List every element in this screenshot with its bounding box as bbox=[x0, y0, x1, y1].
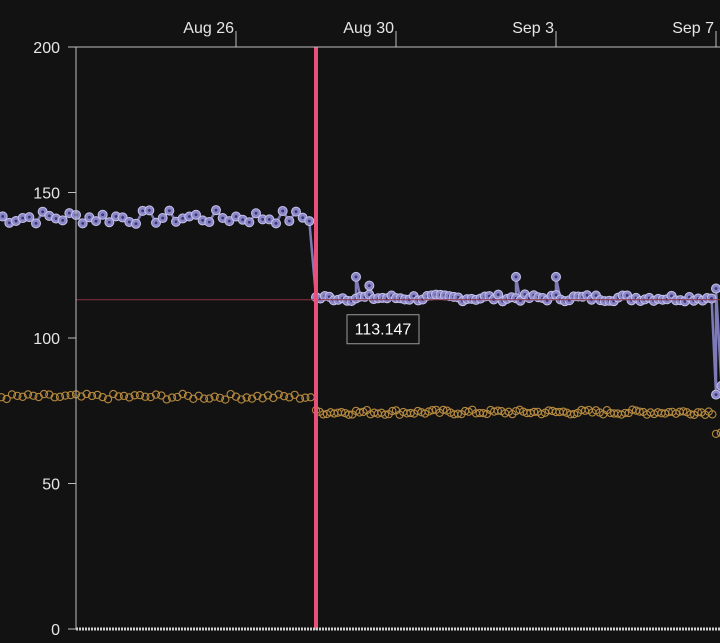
x-tick-label: Sep 7 bbox=[672, 20, 714, 37]
y-tick-label: 200 bbox=[33, 40, 60, 57]
data-point-center bbox=[121, 216, 125, 219]
data-point-center bbox=[261, 217, 265, 221]
data-point-center bbox=[81, 221, 85, 225]
data-point-center bbox=[107, 220, 111, 224]
data-point-center bbox=[187, 215, 191, 218]
data-point-center bbox=[554, 275, 558, 279]
data-point-center bbox=[94, 219, 98, 223]
data-point-center bbox=[625, 294, 629, 297]
data-point-center bbox=[281, 209, 285, 213]
y-tick-label: 100 bbox=[33, 331, 60, 348]
data-point-center bbox=[141, 209, 145, 213]
chart: 0 50 100 150 200 Aug 26 Aug 30 Sep 3 Sep 7 113.1… bbox=[0, 0, 720, 643]
data-point-center bbox=[496, 293, 500, 297]
data-point-center bbox=[27, 215, 31, 219]
data-point-center bbox=[1, 214, 5, 218]
data-point-center bbox=[147, 208, 151, 212]
data-point-center bbox=[34, 221, 38, 225]
data-point-center bbox=[61, 218, 65, 222]
y-tick-label: 150 bbox=[33, 186, 60, 203]
data-point-center bbox=[287, 219, 291, 223]
data-point-center bbox=[181, 217, 185, 220]
y-tick-label: 0 bbox=[51, 622, 60, 639]
data-point-center bbox=[161, 216, 165, 220]
data-point-center bbox=[207, 220, 211, 224]
data-point-center bbox=[514, 275, 518, 279]
data-point-center bbox=[194, 213, 198, 217]
data-point-center bbox=[301, 216, 305, 220]
data-point-center bbox=[167, 209, 171, 213]
data-point-center bbox=[7, 221, 11, 225]
data-point-center bbox=[354, 275, 358, 279]
data-point-center bbox=[274, 221, 278, 225]
data-point-center bbox=[294, 210, 298, 214]
y-tick-label: 50 bbox=[42, 477, 60, 494]
data-point-center bbox=[47, 214, 51, 218]
data-point-center bbox=[174, 220, 178, 224]
data-point-center bbox=[67, 211, 71, 215]
data-point-center bbox=[87, 215, 91, 219]
data-point-center bbox=[241, 218, 245, 222]
x-tick-label: Aug 30 bbox=[343, 20, 394, 37]
data-point-center bbox=[214, 208, 218, 212]
x-tick-label: Aug 26 bbox=[183, 20, 234, 37]
data-point-center bbox=[154, 221, 158, 225]
data-point-center bbox=[101, 213, 105, 217]
data-point-center bbox=[714, 287, 718, 290]
data-point-center bbox=[254, 211, 258, 215]
data-point-center bbox=[114, 214, 118, 218]
data-point-center bbox=[367, 284, 371, 288]
data-point-center bbox=[227, 219, 231, 223]
data-point-center bbox=[247, 220, 251, 224]
data-point-center bbox=[234, 215, 238, 218]
data-point-center bbox=[221, 216, 225, 220]
x-tick-label: Sep 3 bbox=[512, 20, 554, 37]
tooltip-value: 113.147 bbox=[355, 322, 412, 339]
data-point-center bbox=[41, 210, 45, 214]
data-point-center bbox=[54, 217, 58, 220]
data-point-center bbox=[134, 222, 138, 226]
data-point-center bbox=[594, 294, 598, 297]
data-point-center bbox=[714, 393, 718, 397]
data-point-center bbox=[267, 218, 271, 221]
data-point-center bbox=[127, 220, 131, 224]
data-point-center bbox=[21, 216, 25, 220]
value-tooltip: 113.147 bbox=[346, 314, 420, 345]
data-point-center bbox=[14, 219, 18, 223]
data-point-center bbox=[307, 219, 311, 223]
data-point-center bbox=[201, 219, 205, 222]
